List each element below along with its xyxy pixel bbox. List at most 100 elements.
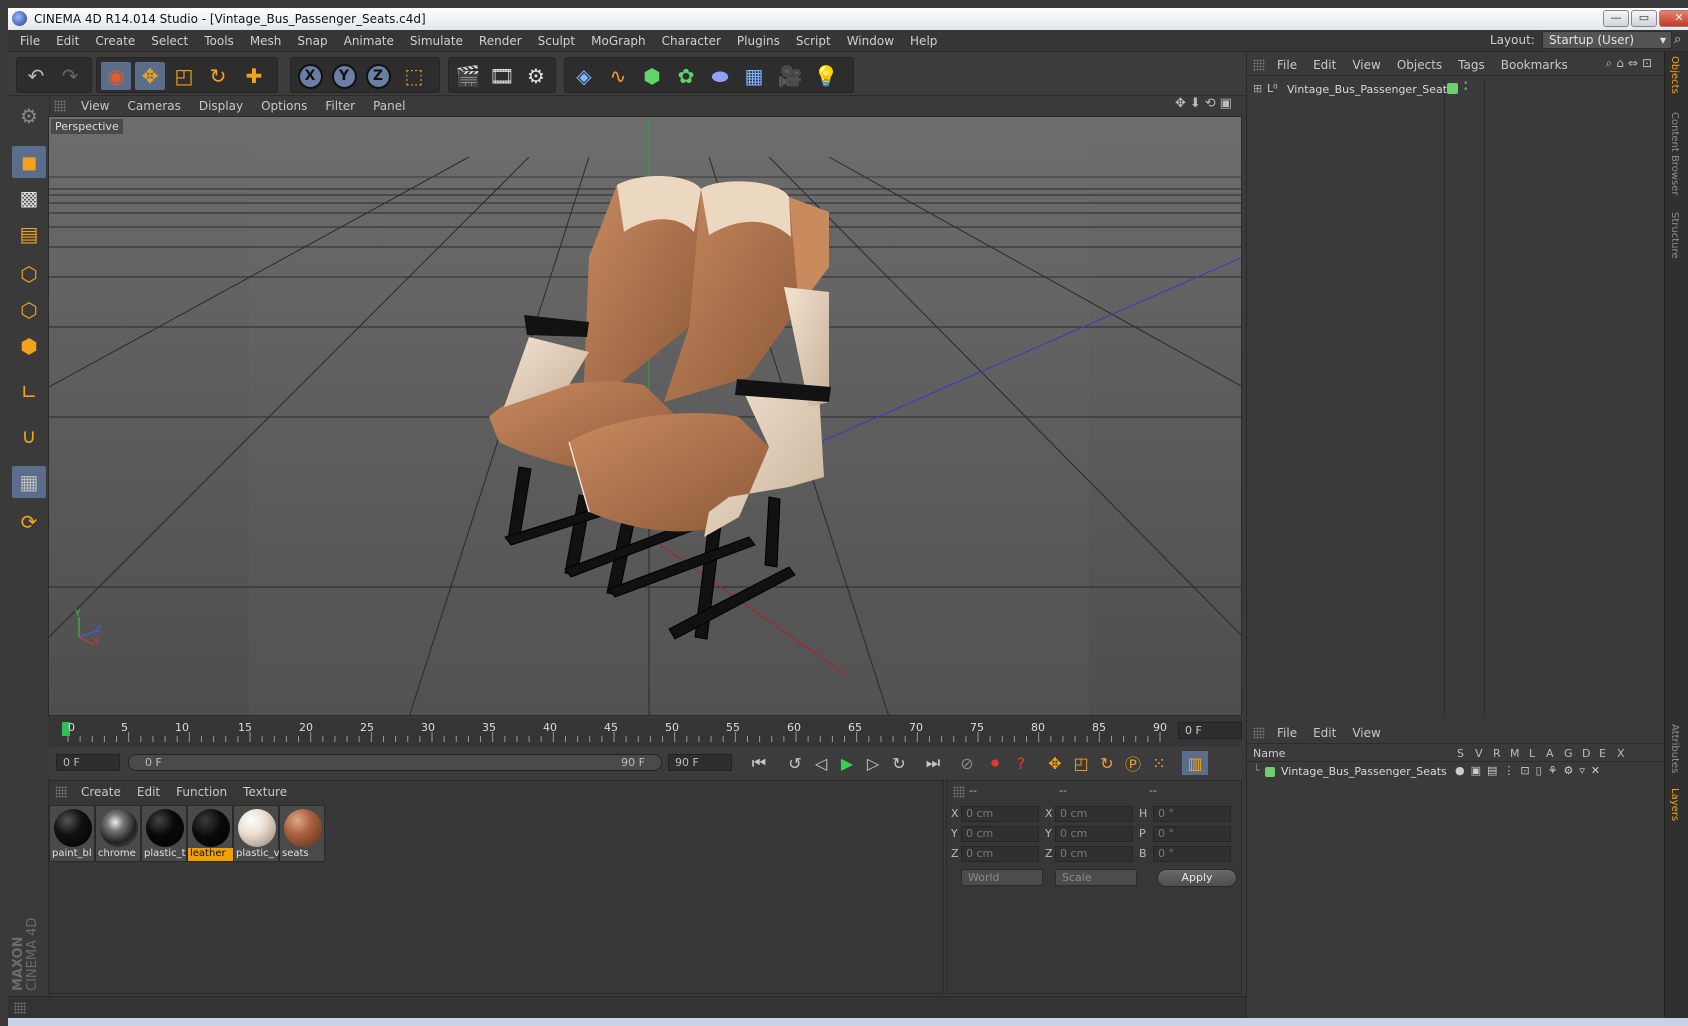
tab-attributes[interactable]: Attributes — [1669, 724, 1680, 773]
play-icon[interactable]: ▶ — [834, 751, 860, 775]
y-axis-lock-icon[interactable]: Y — [329, 62, 359, 90]
layer-flag-icons[interactable]: ●▣▤⋮⊡▯⚘⚙▿✕ — [1455, 764, 1606, 777]
render-picture-viewer-icon[interactable]: 🎞 — [487, 62, 517, 90]
end-frame-field[interactable]: 90 F — [668, 754, 732, 771]
flag-animation[interactable]: A — [1546, 747, 1554, 760]
snap-magnet-icon[interactable]: ∪ — [12, 420, 46, 452]
material-swatch-plastic-v[interactable]: plastic_v — [233, 805, 280, 862]
flag-locked[interactable]: L — [1529, 747, 1535, 760]
panel-grip-icon[interactable] — [1253, 727, 1265, 739]
key-parameter-icon[interactable]: Ⓟ — [1120, 751, 1146, 775]
coordinate-system-icon[interactable]: ⬚ — [399, 62, 429, 90]
tab-content-browser[interactable]: Content Browser — [1669, 112, 1680, 195]
viewport-menu-filter[interactable]: Filter — [316, 99, 364, 113]
autokey-icon[interactable]: ? — [1008, 751, 1034, 775]
live-selection-icon[interactable]: ◉ — [101, 62, 131, 90]
timeline-ruler[interactable]: 0 5 10 15 20 25 30 35 40 45 50 55 60 65 … — [48, 718, 1242, 746]
motion-record-icon[interactable]: ⊘ — [954, 751, 980, 775]
workplane-lock-icon[interactable]: ▦ — [12, 466, 46, 498]
menu-mesh[interactable]: Mesh — [242, 34, 290, 48]
menu-create[interactable]: Create — [87, 34, 143, 48]
timeline-window-icon[interactable]: ▥ — [1182, 751, 1208, 775]
tab-structure[interactable]: Structure — [1669, 212, 1680, 259]
viewport-menu-cameras[interactable]: Cameras — [118, 99, 189, 113]
key-rotation-icon[interactable]: ↻ — [1094, 751, 1120, 775]
layer-menu-file[interactable]: File — [1269, 726, 1305, 740]
material-swatch-leather[interactable]: leather — [187, 805, 234, 862]
panel-grip-icon[interactable] — [953, 786, 965, 798]
flag-manager[interactable]: M — [1510, 747, 1520, 760]
points-mode-icon[interactable]: ⬡ — [12, 258, 46, 290]
flag-generators[interactable]: G — [1564, 747, 1573, 760]
coordinate-type-select[interactable]: Scale — [1055, 869, 1137, 886]
flag-deformers[interactable]: D — [1582, 747, 1590, 760]
size-x-field[interactable]: 0 cm — [1055, 806, 1133, 822]
object-menu-edit[interactable]: Edit — [1305, 58, 1344, 72]
render-settings-icon[interactable]: ⚙ — [521, 62, 551, 90]
panel-grip-icon[interactable] — [55, 786, 67, 798]
panel-grip-icon[interactable] — [1253, 59, 1265, 71]
object-menu-tags[interactable]: Tags — [1450, 58, 1493, 72]
redo-icon[interactable]: ↷ — [55, 62, 85, 90]
menu-character[interactable]: Character — [654, 34, 729, 48]
minimize-button[interactable]: — — [1603, 10, 1629, 27]
coordinate-mode-select[interactable]: World — [961, 869, 1043, 886]
array-icon[interactable]: ✿ — [671, 62, 701, 90]
key-position-icon[interactable]: ✥ — [1042, 751, 1068, 775]
menu-mograph[interactable]: MoGraph — [583, 34, 654, 48]
recent-tool-icon[interactable]: ✚ — [239, 62, 269, 90]
viewport-nav-icons[interactable]: ✥⬇⟲▣ — [1175, 96, 1236, 111]
start-frame-field[interactable]: 0 F — [56, 754, 120, 771]
material-menu-create[interactable]: Create — [73, 785, 129, 799]
menu-simulate[interactable]: Simulate — [402, 34, 471, 48]
layer-menu-edit[interactable]: Edit — [1305, 726, 1344, 740]
layer-color-swatch[interactable] — [1447, 83, 1458, 94]
size-y-field[interactable]: 0 cm — [1055, 826, 1133, 842]
menu-script[interactable]: Script — [788, 34, 839, 48]
go-to-end-icon[interactable]: ⏭ — [920, 751, 946, 775]
search-icon[interactable]: ⌕ — [1674, 32, 1681, 47]
tab-layers[interactable]: Layers — [1669, 788, 1680, 821]
menu-plugins[interactable]: Plugins — [729, 34, 788, 48]
workplane-mode-icon[interactable]: ▤ — [12, 218, 46, 250]
material-menu-function[interactable]: Function — [168, 785, 235, 799]
object-row[interactable]: ⊞ L⁰ Vintage_Bus_Passenger_Seats — [1253, 82, 1453, 98]
apply-button[interactable]: Apply — [1157, 869, 1237, 887]
rotate-tool-icon[interactable]: ↻ — [203, 62, 233, 90]
undo-icon[interactable]: ↶ — [21, 62, 51, 90]
key-scale-icon[interactable]: ◰ — [1068, 751, 1094, 775]
floor-icon[interactable]: ▦ — [739, 62, 769, 90]
rotation-b-field[interactable]: 0 ° — [1153, 846, 1231, 862]
panel-grip-icon[interactable] — [14, 1002, 26, 1014]
render-view-icon[interactable]: 🎬 — [453, 62, 483, 90]
layer-menu-view[interactable]: View — [1344, 726, 1388, 740]
frame-range-slider[interactable]: 0 F 90 F — [128, 754, 662, 771]
previous-key-icon[interactable]: ↺ — [782, 751, 808, 775]
rotation-p-field[interactable]: 0 ° — [1153, 826, 1231, 842]
nurbs-icon[interactable]: ⬢ — [637, 62, 667, 90]
layout-select[interactable]: Startup (User) — [1542, 31, 1672, 49]
object-manager-nav-icons[interactable]: ⌕⌂⇔⊡ — [1606, 56, 1656, 71]
cube-icon[interactable]: ◈ — [569, 62, 599, 90]
layer-color-swatch[interactable] — [1265, 767, 1275, 777]
scale-tool-icon[interactable]: ◰ — [169, 62, 199, 90]
viewport-menu-display[interactable]: Display — [190, 99, 252, 113]
polygons-mode-icon[interactable]: ⬢ — [12, 330, 46, 362]
layer-row[interactable]: └ Vintage_Bus_Passenger_Seats ●▣▤⋮⊡▯⚘⚙▿✕ — [1247, 764, 1665, 780]
material-menu-texture[interactable]: Texture — [235, 785, 295, 799]
material-swatch-chrome[interactable]: chrome — [95, 805, 141, 862]
size-z-field[interactable]: 0 cm — [1055, 846, 1133, 862]
viewport-menu-view[interactable]: View — [72, 99, 118, 113]
make-editable-icon[interactable]: ⚙ — [12, 100, 46, 132]
material-menu-edit[interactable]: Edit — [129, 785, 168, 799]
x-axis-lock-icon[interactable]: X — [295, 62, 325, 90]
menu-tools[interactable]: Tools — [196, 34, 242, 48]
texture-mode-icon[interactable]: ▩ — [12, 182, 46, 214]
close-button[interactable]: ✕ — [1659, 10, 1688, 27]
perspective-viewport[interactable]: Perspective Y Z X — [48, 116, 1242, 716]
rotation-h-field[interactable]: 0 ° — [1153, 806, 1231, 822]
object-menu-bookmarks[interactable]: Bookmarks — [1493, 58, 1576, 72]
camera-icon[interactable]: 🎥 — [775, 62, 805, 90]
position-z-field[interactable]: 0 cm — [961, 846, 1039, 862]
menu-snap[interactable]: Snap — [289, 34, 335, 48]
